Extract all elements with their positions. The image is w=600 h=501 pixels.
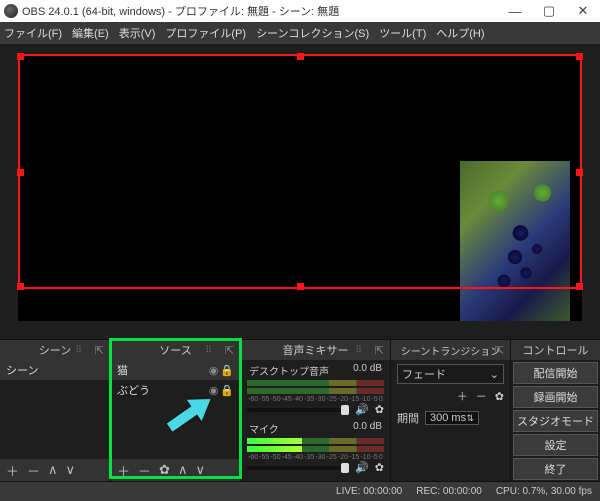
panel-title: ソース [159,342,191,358]
popout-icon[interactable]: ⇱ [225,344,234,357]
sources-toolbar: ＋ － ✿ ∧ ∨ [111,459,240,481]
channel-db: 0.0 dB [353,363,382,378]
volume-slider[interactable] [247,466,349,470]
drag-dots-icon: ⠿ [75,345,83,356]
audio-meter [247,380,384,386]
lock-icon[interactable]: 🔒 [220,384,234,397]
selection-box[interactable] [18,54,582,289]
close-button[interactable]: ✕ [566,0,600,22]
controls-body: 配信開始 録画開始 スタジオモード 設定 終了 [511,360,600,481]
remove-transition-button[interactable]: － [476,388,487,404]
panel-header-mixer[interactable]: 音声ミキサー ⠿ ⇱ [241,340,390,360]
duration-input[interactable]: 300 ms⇅ [425,411,479,425]
popout-icon[interactable]: ⇱ [495,344,504,357]
meter-ticks: -60-55-50-45-40-35-30-25-20-15-10-50 [247,454,384,461]
stepper-icon[interactable]: ⇅ [466,413,474,424]
channel-settings-icon[interactable]: ✿ [375,461,384,474]
source-item[interactable]: ぶどう ◉🔒 [111,380,240,400]
drag-dots-icon: ⠿ [205,345,213,356]
start-stream-button[interactable]: 配信開始 [513,362,598,384]
scene-item[interactable]: シーン [0,360,110,380]
channel-db: 0.0 dB [353,421,382,436]
studio-mode-button[interactable]: スタジオモード [513,410,598,432]
mixer-body: デスクトップ音声 0.0 dB -60-55-50-45-40-35-30-25-… [241,360,390,481]
add-transition-button[interactable]: ＋ [457,388,468,404]
visibility-icon[interactable]: ◉ [209,384,219,397]
channel-settings-icon[interactable]: ✿ [375,403,384,416]
panel-header-scenes[interactable]: シーン ⠿ ⇱ [0,340,110,360]
menu-profile[interactable]: プロファイル(P) [165,25,246,41]
window-titlebar: OBS 24.0.1 (64-bit, windows) - プロファイル: 無… [0,0,600,22]
audio-meter [247,438,384,444]
chevron-down-icon: ⌄ [490,368,499,381]
preview-canvas[interactable] [18,54,582,321]
panel-title: シーン [39,342,71,358]
source-down-button[interactable]: ∨ [195,462,205,478]
panel-controls: コントロール 配信開始 録画開始 スタジオモード 設定 終了 [510,339,600,481]
menu-view[interactable]: 表示(V) [119,25,156,41]
window-title: OBS 24.0.1 (64-bit, windows) - プロファイル: 無… [22,3,339,19]
channel-name: デスクトップ音声 [249,363,329,378]
scenes-list[interactable]: シーン [0,360,110,459]
menu-help[interactable]: ヘルプ(H) [436,25,484,41]
meter-ticks: -60-55-50-45-40-35-30-25-20-15-10-50 [247,396,384,403]
preview-area[interactable] [0,44,600,339]
minimize-button[interactable]: — [498,0,532,22]
status-rec: REC: 00:00:00 [416,486,482,497]
panel-transition: シーントランジション ⇱ フェード⌄ ＋ － ✿ 期間 300 ms⇅ [390,339,510,481]
duration-label: 期間 [397,410,419,426]
speaker-icon[interactable]: 🔊 [355,403,369,416]
panel-header-sources[interactable]: ソース ⠿ ⇱ [111,340,240,360]
volume-slider[interactable] [247,408,349,412]
panel-header-controls[interactable]: コントロール [511,340,600,360]
panel-scenes: シーン ⠿ ⇱ シーン ＋ － ∧ ∨ [0,339,110,481]
dock-row: シーン ⠿ ⇱ シーン ＋ － ∧ ∨ ソース ⠿ ⇱ 猫 ◉🔒 ぶどう [0,339,600,481]
source-item[interactable]: 猫 ◉🔒 [111,360,240,380]
menu-scene-collection[interactable]: シーンコレクション(S) [256,25,369,41]
scene-down-button[interactable]: ∨ [66,462,76,478]
panel-header-transition[interactable]: シーントランジション ⇱ [391,340,510,360]
sources-list[interactable]: 猫 ◉🔒 ぶどう ◉🔒 [111,360,240,459]
exit-button[interactable]: 終了 [513,458,598,480]
settings-button[interactable]: 設定 [513,434,598,456]
transition-body: フェード⌄ ＋ － ✿ 期間 300 ms⇅ [391,360,510,481]
scene-up-button[interactable]: ∧ [48,462,58,478]
menu-file[interactable]: ファイル(F) [4,25,62,41]
status-bar: LIVE: 00:00:00 REC: 00:00:00 CPU: 0.7%, … [0,481,600,501]
status-live: LIVE: 00:00:00 [336,486,402,497]
source-up-button[interactable]: ∧ [178,462,188,478]
popout-icon[interactable]: ⇱ [375,344,384,357]
add-source-button[interactable]: ＋ [117,461,130,480]
panel-sources: ソース ⠿ ⇱ 猫 ◉🔒 ぶどう ◉🔒 ＋ － ✿ ∧ ∨ [110,339,240,481]
popout-icon[interactable]: ⇱ [95,344,104,357]
status-cpu: CPU: 0.7%, 30.00 fps [496,486,592,497]
add-scene-button[interactable]: ＋ [6,461,19,480]
panel-title: コントロール [523,342,589,358]
audio-meter [247,388,384,394]
visibility-icon[interactable]: ◉ [209,364,219,377]
panel-title: 音声ミキサー [283,342,349,358]
menu-edit[interactable]: 編集(E) [72,25,109,41]
audio-meter [247,446,384,452]
maximize-button[interactable]: ▢ [532,0,566,22]
transition-select[interactable]: フェード⌄ [397,364,504,384]
scenes-toolbar: ＋ － ∧ ∨ [0,459,110,481]
remove-source-button[interactable]: － [138,461,151,480]
transition-settings-button[interactable]: ✿ [495,390,504,403]
panel-mixer: 音声ミキサー ⠿ ⇱ デスクトップ音声 0.0 dB -60-55-50-45-4… [240,339,390,481]
panel-title: シーントランジション [401,343,501,358]
drag-dots-icon: ⠿ [355,345,363,356]
source-settings-button[interactable]: ✿ [159,462,170,478]
app-logo-icon [4,4,18,18]
mixer-channel: デスクトップ音声 0.0 dB -60-55-50-45-40-35-30-25-… [245,362,386,420]
menu-bar: ファイル(F) 編集(E) 表示(V) プロファイル(P) シーンコレクション(… [0,22,600,44]
speaker-icon[interactable]: 🔊 [355,461,369,474]
lock-icon[interactable]: 🔒 [220,364,234,377]
menu-tools[interactable]: ツール(T) [379,25,426,41]
start-record-button[interactable]: 録画開始 [513,386,598,408]
remove-scene-button[interactable]: － [27,461,40,480]
mixer-channel: マイク 0.0 dB -60-55-50-45-40-35-30-25-20-15… [245,420,386,478]
channel-name: マイク [249,421,279,436]
